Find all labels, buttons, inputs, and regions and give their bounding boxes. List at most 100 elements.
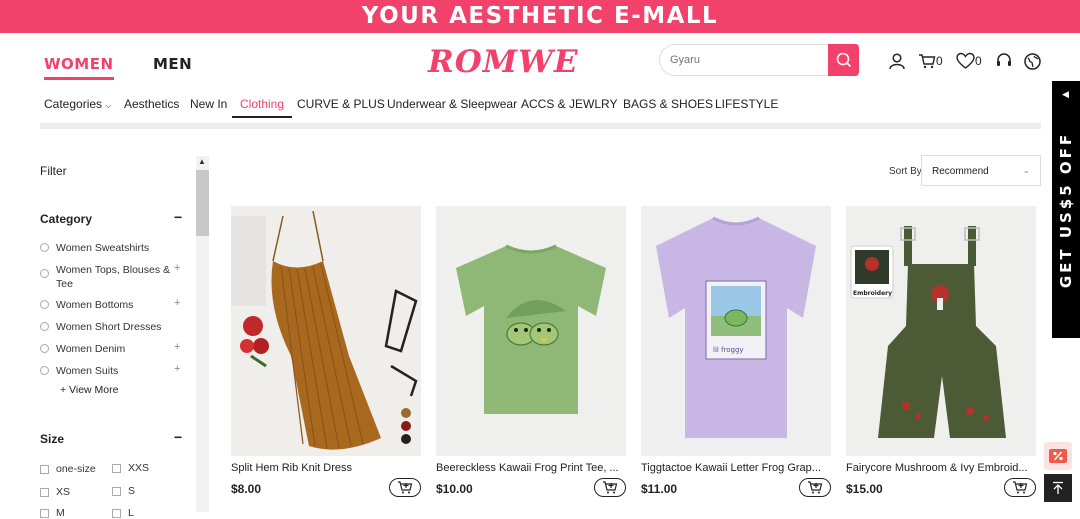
add-to-cart-button[interactable] [799,478,831,497]
women-tab[interactable]: WOMEN [44,55,114,80]
wishlist-button[interactable]: 0 [956,51,982,71]
logo[interactable]: ROMWE [428,44,579,80]
collapse-category-icon[interactable]: − [174,209,182,225]
expand-plus-icon[interactable]: + [174,363,180,375]
radio-icon [40,243,49,252]
promo-banner: YOUR AESTHETIC E-MALL [0,0,1080,33]
size-option[interactable]: one-size [40,463,96,475]
expand-plus-icon[interactable]: + [174,262,180,274]
category-option[interactable]: Women Tops, Blouses & Tee [40,263,170,291]
filter-title: Filter [40,164,67,178]
nav-new-in[interactable]: New In [190,97,227,111]
support-button[interactable] [995,51,1013,71]
add-to-cart-button[interactable] [1004,478,1036,497]
product-image[interactable] [436,206,626,456]
product-image[interactable] [231,206,421,456]
product-card[interactable]: Beereckless Kawaii Frog Print Tee, ... $… [436,206,626,497]
product-card[interactable]: lil froggy Tiggtactoe Kawaii Letter Frog… [641,206,831,497]
product-name[interactable]: Beereckless Kawaii Frog Print Tee, ... [436,462,626,474]
add-to-cart-button[interactable] [389,478,421,497]
radio-icon [40,300,49,309]
search-icon [836,52,851,68]
nav-curve-plus[interactable]: CURVE & PLUS [297,97,385,111]
size-option[interactable]: M [40,507,65,519]
tshirt-illustration [436,206,626,456]
embroidery-badge-text: Embroidery [853,290,892,297]
cart-button[interactable]: 0 [918,51,943,71]
search-input[interactable] [660,45,820,75]
checkbox-icon [40,487,49,497]
add-cart-icon [398,481,413,494]
product-name[interactable]: Fairycore Mushroom & Ivy Embroid... [846,462,1036,474]
dress-illustration [231,206,421,456]
divider [40,123,1041,129]
arrow-up-icon [1053,481,1063,494]
percent-icon [1049,449,1067,463]
radio-icon [40,366,49,375]
product-image[interactable]: lil froggy [641,206,831,456]
add-to-cart-button[interactable] [594,478,626,497]
product-image[interactable]: Embroidery [846,206,1036,456]
size-section-title[interactable]: Size [40,432,64,446]
chevron-down-icon: ⌄ [1022,165,1030,175]
category-option[interactable]: Women Denim [40,343,125,355]
account-button[interactable] [888,51,906,71]
globe-icon [1024,52,1041,70]
wishlist-count: 0 [975,54,982,68]
headset-icon [997,53,1011,66]
nav-accs-jewlry[interactable]: ACCS & JEWLRY [521,97,617,111]
radio-icon [40,344,49,353]
back-to-top-button[interactable] [1044,474,1072,502]
category-section-title[interactable]: Category [40,212,92,226]
checkbox-icon [40,464,49,474]
radio-icon [40,269,49,278]
radio-icon [40,322,49,331]
size-option[interactable]: XXS [112,462,149,474]
product-card[interactable]: Embroidery Fairycore Mushroom & Ivy Embr… [846,206,1036,497]
main-nav: Categories ⌵ Aesthetics New In Clothing … [0,90,1080,123]
category-option[interactable]: Women Bottoms [40,299,133,311]
sidebar-scroll-thumb[interactable] [196,170,209,236]
cart-count: 0 [936,54,943,68]
nav-clothing[interactable]: Clothing [231,97,293,118]
discount-button[interactable] [1044,442,1072,470]
add-cart-icon [603,481,618,494]
sort-label: Sort By [889,166,922,177]
product-name[interactable]: Tiggtactoe Kawaii Letter Frog Grap... [641,462,831,474]
product-name[interactable]: Split Hem Rib Knit Dress [231,462,421,474]
collapse-arrow-icon[interactable]: ◀ [1062,89,1069,100]
sort-select[interactable]: Recommend ⌄ [921,155,1041,186]
sort-value: Recommend [932,166,989,177]
size-option[interactable]: XS [40,486,70,498]
nav-categories[interactable]: Categories ⌵ [44,97,111,111]
checkbox-icon [112,508,121,518]
user-icon [889,53,905,70]
expand-plus-icon[interactable]: + [174,341,180,353]
nav-bags-shoes[interactable]: BAGS & SHOES [623,97,713,111]
collapse-size-icon[interactable]: − [174,429,182,445]
header: WOMEN MEN ROMWE 0 0 [0,33,1080,90]
category-option[interactable]: Women Suits [40,365,118,377]
nav-lifestyle[interactable]: LIFESTYLE [715,97,778,111]
side-promo-tab[interactable]: ◀ GET US$5 OFF [1052,81,1080,338]
search-button[interactable] [828,44,859,76]
checkbox-icon [112,463,121,473]
view-more-link[interactable]: + View More [60,384,118,396]
category-option[interactable]: Women Short Dresses [40,321,161,333]
nav-underwear-sleepwear[interactable]: Underwear & Sleepwear [387,97,517,111]
chevron-down-icon: ⌵ [105,101,112,110]
expand-plus-icon[interactable]: + [174,297,180,309]
language-button[interactable] [1024,51,1041,71]
scroll-up-arrow-icon[interactable]: ▲ [198,157,206,166]
product-card[interactable]: Split Hem Rib Knit Dress $8.00 [231,206,421,497]
size-option[interactable]: S [112,485,135,497]
nav-aesthetics[interactable]: Aesthetics [124,97,179,111]
tshirt-illustration: lil froggy [641,206,831,456]
size-option[interactable]: L [112,507,134,519]
overalls-illustration: Embroidery [846,206,1036,456]
side-promo-text: GET US$5 OFF [1057,131,1075,288]
heart-icon [956,52,975,69]
add-cart-icon [1013,481,1028,494]
category-option[interactable]: Women Sweatshirts [40,242,149,254]
men-tab[interactable]: MEN [153,55,192,73]
